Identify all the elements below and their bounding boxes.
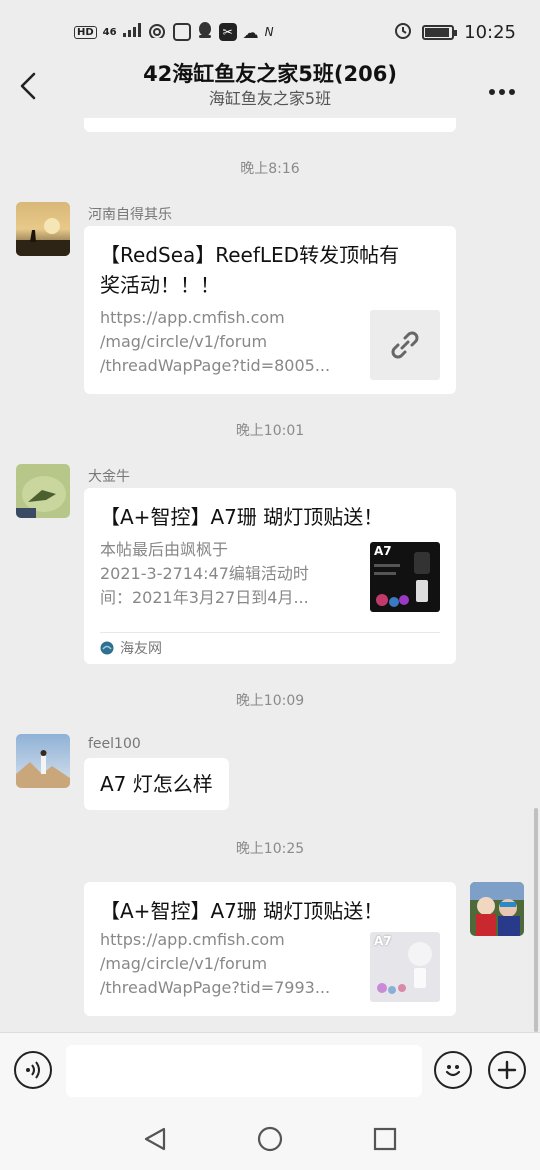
my-avatar[interactable] [470, 882, 524, 936]
card-title-line: 奖活动！！！ [100, 273, 220, 297]
card-desc-line: 2021-3-2714:47编辑活动时 [100, 564, 309, 583]
card-thumbnail [370, 310, 440, 380]
emoji-button[interactable] [434, 1051, 472, 1089]
plus-icon [497, 1060, 517, 1080]
avatar[interactable] [16, 734, 70, 788]
card-title: 【RedSea】ReefLED转发顶帖有 奖活动！！！ [100, 240, 399, 300]
timestamp: 晚上10:01 [235, 423, 305, 439]
timestamp: 晚上8:16 [240, 161, 300, 177]
text-message-bubble[interactable]: A7 灯怎么样 [84, 758, 229, 810]
nfc-icon: N [264, 25, 274, 39]
card-desc-line: https://app.cmfish.com [100, 930, 285, 949]
chat-message-list[interactable]: 晚上8:16 河南自得其乐 【RedSea】ReefLED转发顶帖有 奖活动！！… [0, 118, 540, 1032]
avatar[interactable] [16, 464, 70, 518]
emoji-icon [445, 1065, 461, 1077]
nav-recents-button[interactable] [372, 1126, 398, 1152]
chevron-left-icon [20, 72, 36, 100]
previous-message-bubble[interactable] [84, 118, 456, 132]
voice-icon [26, 1061, 40, 1079]
cloud-icon: ☁ [242, 22, 259, 42]
voice-button[interactable] [14, 1051, 52, 1089]
app-icon [172, 23, 191, 41]
card-title: 【A+智控】A7珊 瑚灯顶贴送！ [100, 899, 384, 923]
message-input[interactable] [66, 1045, 422, 1097]
card-desc-line: /threadWapPage?tid=8005... [100, 356, 331, 375]
status-right: 10:25 [394, 21, 516, 44]
network-type: 46 [102, 26, 117, 38]
timestamp: 晚上10:25 [235, 841, 305, 857]
battery-icon [422, 24, 458, 40]
qq-icon [197, 21, 213, 43]
timestamp: 晚上10:09 [235, 693, 305, 709]
card-title: 【A+智控】A7珊 瑚灯顶贴送！ [100, 505, 384, 529]
card-description: https://app.cmfish.com /mag/circle/v1/fo… [100, 928, 348, 1000]
status-indicators: HD 46 ✂ ☁ N [74, 21, 274, 43]
card-desc-line: 本帖最后由飒枫于 [100, 540, 229, 559]
card-desc-line: /mag/circle/v1/forum [100, 332, 268, 351]
nav-back-button[interactable] [142, 1126, 168, 1152]
back-button[interactable] [14, 70, 42, 102]
capcut-icon: ✂ [218, 23, 237, 41]
status-time: 10:25 [464, 21, 516, 43]
chat-title: 42海缸鱼友之家5班(206) [143, 62, 397, 86]
card-source: 海友网 [100, 638, 162, 658]
link-icon [391, 331, 419, 359]
sender-name: 大金牛 [88, 469, 130, 485]
sender-name: 河南自得其乐 [88, 207, 172, 223]
input-bar [0, 1032, 540, 1104]
card-desc-line: /mag/circle/v1/forum [100, 954, 268, 973]
wifi-icon [147, 22, 167, 42]
card-divider [100, 632, 440, 633]
alarm-icon [394, 21, 412, 44]
more-button[interactable] [488, 74, 516, 102]
nav-home-button[interactable] [257, 1126, 283, 1152]
link-card[interactable]: 【RedSea】ReefLED转发顶帖有 奖活动！！！ https://app.… [84, 226, 456, 394]
link-card[interactable]: 【A+智控】A7珊 瑚灯顶贴送！ https://app.cmfish.com … [84, 882, 456, 1016]
card-thumbnail: A7 [370, 932, 440, 1002]
article-card[interactable]: 【A+智控】A7珊 瑚灯顶贴送！ 本帖最后由飒枫于 2021-3-2714:47… [84, 488, 456, 664]
chat-header: 42海缸鱼友之家5班(206) 海缸鱼友之家5班 [0, 56, 540, 120]
chat-subtitle: 海缸鱼友之家5班 [208, 89, 332, 108]
status-bar: HD 46 ✂ ☁ N 10:25 [0, 0, 540, 64]
card-title-line: 【RedSea】ReefLED转发顶帖有 [100, 243, 400, 267]
card-description: https://app.cmfish.com /mag/circle/v1/fo… [100, 306, 348, 378]
hd-indicator: HD [74, 25, 97, 39]
card-desc-line: https://app.cmfish.com [100, 308, 285, 327]
haiyouwang-logo-icon [100, 641, 114, 655]
more-actions-button[interactable] [488, 1051, 526, 1089]
nav-home-icon [257, 1126, 283, 1152]
title-block: 42海缸鱼友之家5班(206) 海缸鱼友之家5班 [80, 60, 460, 110]
more-dots-icon [489, 89, 515, 95]
nav-recents-icon [373, 1127, 397, 1151]
card-thumbnail: A7 [370, 542, 440, 612]
scrollbar[interactable] [534, 808, 538, 1032]
card-desc-line: 间：2021年3月27日到4月... [100, 588, 309, 607]
sender-name: feel100 [88, 736, 141, 752]
card-desc-line: /threadWapPage?tid=7993... [100, 978, 331, 997]
card-description: 本帖最后由飒枫于 2021-3-2714:47编辑活动时 间：2021年3月27… [100, 538, 348, 610]
signal-icon [122, 23, 141, 41]
avatar[interactable] [16, 202, 70, 256]
source-name: 海友网 [120, 641, 162, 657]
system-nav-bar [0, 1104, 540, 1170]
nav-back-icon [144, 1127, 166, 1151]
